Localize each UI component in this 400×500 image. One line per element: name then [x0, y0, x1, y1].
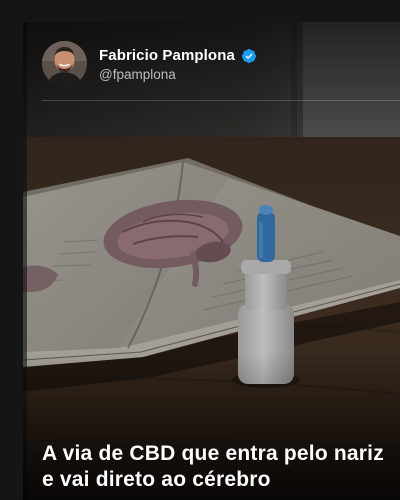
- header-divider: [42, 100, 400, 101]
- author-handle[interactable]: @fpamplona: [99, 66, 176, 84]
- post-headline: A via de CBD que entra pelo nariz e vai …: [42, 442, 384, 491]
- avatar-image: [42, 41, 87, 86]
- screen: Fabricio Pamplona @fpamplona A via de CB…: [0, 0, 400, 500]
- author-name-row: Fabricio Pamplona: [99, 46, 257, 66]
- post-header: Fabricio Pamplona @fpamplona: [23, 22, 400, 102]
- post-card[interactable]: Fabricio Pamplona @fpamplona A via de CB…: [23, 22, 400, 500]
- author-avatar[interactable]: [42, 41, 87, 86]
- author-display-name[interactable]: Fabricio Pamplona: [99, 46, 235, 66]
- verified-badge-icon: [241, 49, 256, 63]
